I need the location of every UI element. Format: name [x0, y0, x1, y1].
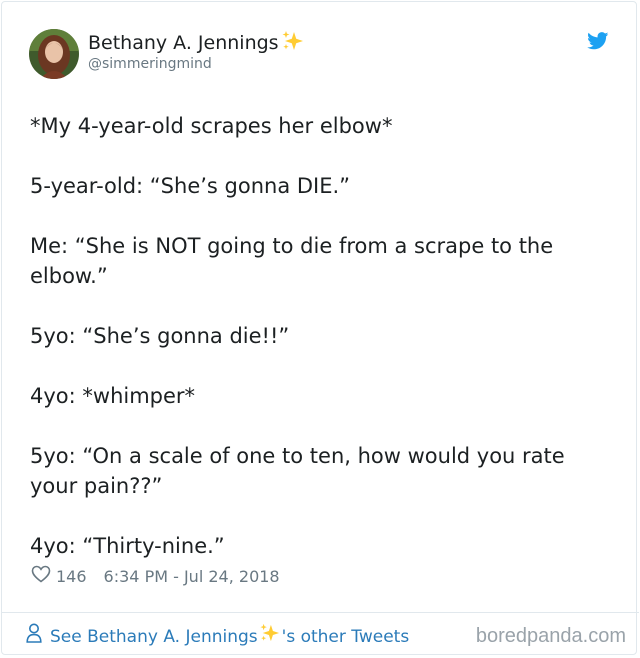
avatar[interactable] [29, 29, 79, 79]
sparkles-icon [281, 30, 305, 58]
boredpanda-watermark: boredpanda.com [475, 625, 626, 647]
tweet-line: 5-year-old: “She’s gonna DIE.” [30, 174, 351, 198]
footer-link-prefix: See Bethany A. Jennings [50, 626, 258, 647]
tweet-line: 5yo: “She’s gonna die!!” [30, 324, 290, 348]
tweet-line: Me: “She is NOT going to die from a scra… [30, 234, 554, 288]
tweet-line: *My 4-year-old scrapes her elbow* [30, 114, 393, 138]
author-name-text: Bethany A. Jennings [88, 32, 279, 54]
see-other-tweets-link[interactable]: See Bethany A. Jennings 's other Tweets [26, 623, 409, 650]
footer-divider [1, 612, 639, 613]
like-count[interactable]: 146 [56, 566, 87, 588]
tweet-line: 4yo: *whimper* [30, 384, 196, 408]
tweet-timestamp[interactable]: 6:34 PM - Jul 24, 2018 [104, 566, 280, 588]
heart-outline-icon[interactable] [31, 565, 51, 589]
tweet-line: 4yo: “Thirty-nine.” [30, 534, 225, 558]
footer-link-suffix: 's other Tweets [281, 626, 410, 647]
author-handle[interactable]: @simmeringmind [88, 56, 212, 72]
tweet-meta: 146 6:34 PM - Jul 24, 2018 [31, 565, 280, 589]
author-display-name[interactable]: Bethany A. Jennings [88, 30, 305, 58]
twitter-bird-icon[interactable] [587, 32, 609, 50]
tweet-line: 5yo: “On a scale of one to ten, how woul… [30, 444, 565, 498]
person-icon [26, 623, 42, 650]
sparkles-icon [259, 623, 281, 650]
tweet-body: *My 4-year-old scrapes her elbow* 5-year… [30, 111, 610, 591]
